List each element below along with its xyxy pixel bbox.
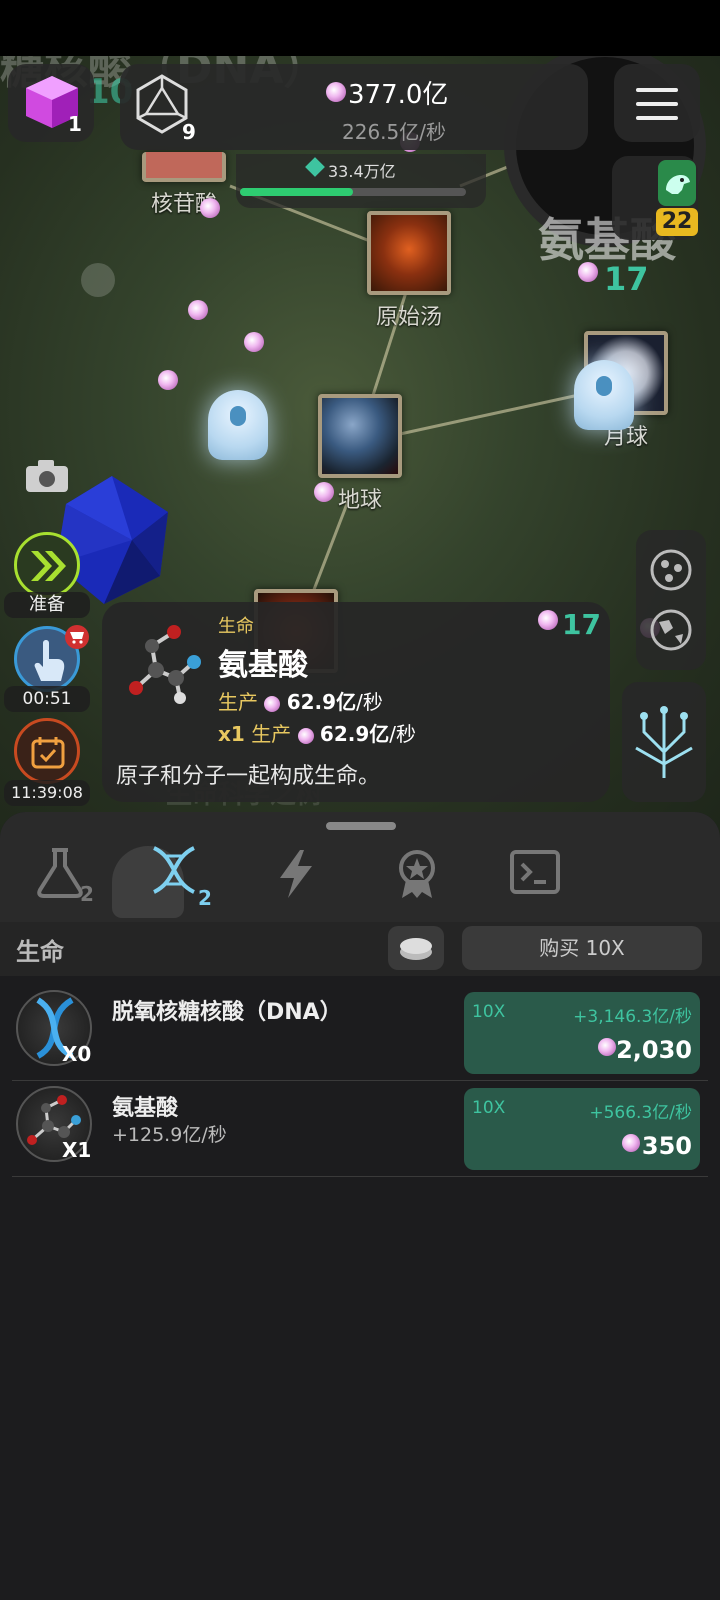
list-header: 生命 购买 10X xyxy=(0,922,720,976)
ghost-creature[interactable] xyxy=(208,390,268,460)
fast-forward-icon xyxy=(31,551,66,581)
skill-tree-button[interactable] xyxy=(622,682,706,802)
dino-icon xyxy=(658,160,696,206)
particle-icon[interactable] xyxy=(244,332,264,352)
buy-button[interactable]: 10X +566.3亿/秒 350 xyxy=(464,1088,700,1170)
progress-value: 33.4万亿 xyxy=(328,162,396,181)
mult-value: 62.9亿 xyxy=(319,722,390,746)
tooltip-description: 原子和分子一起构成生命。 xyxy=(116,764,381,789)
total-value: 377.0亿 xyxy=(348,80,449,110)
mult-unit: /秒 xyxy=(389,722,417,746)
fast-forward-button[interactable] xyxy=(14,532,80,598)
camera-icon[interactable] xyxy=(24,458,70,494)
buy-rate: +566.3亿/秒 xyxy=(589,1103,692,1123)
dino-button[interactable]: 22 xyxy=(612,156,698,240)
earth-image xyxy=(318,394,402,478)
primordial-soup-image xyxy=(367,211,451,295)
ready-label: 准备 xyxy=(4,592,90,618)
ghost-creature[interactable] xyxy=(574,360,634,430)
tooltip-mult-line: x1 生产 62.9亿/秒 xyxy=(218,718,416,747)
buy-cost: 350 xyxy=(641,1132,692,1160)
tree-icon xyxy=(635,706,693,778)
nucleoside-image xyxy=(142,152,226,182)
hand-pointer-icon xyxy=(34,640,65,681)
item-name: 脱氧核糖核酸（DNA） xyxy=(112,1000,342,1025)
buy-mult: 10X xyxy=(472,1002,506,1022)
tab-research[interactable]: 2 xyxy=(34,842,114,912)
icosa-count: 9 xyxy=(182,120,196,144)
coins-button[interactable] xyxy=(388,926,444,970)
hamburger-icon xyxy=(636,88,678,120)
item-owned: X1 xyxy=(62,1138,92,1162)
particle-icon[interactable] xyxy=(200,198,220,218)
amino-acid-molecule-icon xyxy=(129,625,201,704)
node-primordial-soup-label: 原始汤 xyxy=(375,305,442,330)
list-item[interactable]: X1 氨基酸 +125.9亿/秒 10X +566.3亿/秒 350 xyxy=(12,1080,708,1177)
tooltip-title: 氨基酸 xyxy=(218,648,308,683)
badge-icon[interactable] xyxy=(394,848,440,900)
gem-icon xyxy=(305,157,325,177)
flask-icon xyxy=(37,848,83,898)
calendar-button[interactable] xyxy=(14,718,80,784)
category-tabs: 2 2 xyxy=(0,812,720,922)
mult-label: x1 xyxy=(218,722,245,746)
particle-icon[interactable] xyxy=(314,482,334,502)
buy-multiplier-button[interactable]: 购买 10X xyxy=(462,926,702,970)
calendar-timer: 11:39:08 xyxy=(4,780,90,806)
tooltip-count: 17 xyxy=(562,608,601,641)
particle-icon xyxy=(326,82,346,102)
section-title: 生命 xyxy=(16,938,64,966)
produce-label: 生产 xyxy=(218,690,258,714)
particle-icon xyxy=(538,610,558,630)
buy-button[interactable]: 10X +3,146.3亿/秒 2,030 xyxy=(464,992,700,1074)
tap-boost-button[interactable] xyxy=(14,625,89,692)
item-tooltip[interactable]: 生命 氨基酸 17 生产 62.9亿/秒 x1 生产 62.9亿/秒 原子和分子… xyxy=(102,602,610,802)
cube-count: 1 xyxy=(68,112,82,136)
dna-icon xyxy=(153,846,195,894)
buy-cost: 2,030 xyxy=(616,1036,692,1064)
particle-icon[interactable] xyxy=(188,300,208,320)
buy-rate: +3,146.3亿/秒 xyxy=(573,1007,692,1027)
flask-badge: 2 xyxy=(80,882,94,906)
dna-badge: 2 xyxy=(198,886,212,910)
particle-icon xyxy=(598,1038,616,1056)
particle-icon xyxy=(297,727,314,744)
tooltip-produce-line: 生产 62.9亿/秒 xyxy=(218,686,383,715)
status-bar xyxy=(0,0,720,56)
particle-icon xyxy=(578,262,598,282)
terminal-icon[interactable] xyxy=(510,850,560,894)
node-primordial-soup[interactable]: 原始汤 xyxy=(365,211,453,331)
coins-icon xyxy=(400,938,432,960)
item-owned: X0 xyxy=(62,1042,92,1066)
progress-track xyxy=(240,188,466,196)
tooltip-category: 生命 xyxy=(218,616,254,637)
progress-panel[interactable]: 33.4万亿 xyxy=(236,154,486,208)
menu-button[interactable] xyxy=(614,64,700,142)
dino-level-badge: 22 xyxy=(656,208,698,236)
particle-icon[interactable] xyxy=(158,370,178,390)
progress-fill xyxy=(240,188,353,196)
particle-icon xyxy=(264,695,281,712)
production-rate: 226.5亿/秒 xyxy=(342,120,446,144)
cube-button[interactable]: 1 xyxy=(8,64,94,142)
sheet-drag-handle[interactable] xyxy=(326,822,396,830)
atoms-icon[interactable] xyxy=(649,548,693,592)
buy-mult: 10X xyxy=(472,1098,506,1118)
right-tool-panel xyxy=(636,530,706,670)
particle-icon xyxy=(622,1134,640,1152)
resource-bar[interactable]: 9 377.0亿 226.5亿/秒 xyxy=(120,64,588,150)
cart-icon xyxy=(65,625,89,649)
globe-icon[interactable] xyxy=(649,608,693,652)
tab-life[interactable]: 2 xyxy=(112,836,222,920)
calendar-icon xyxy=(31,737,65,769)
list-item[interactable]: X0 脱氧核糖核酸（DNA） 10X +3,146.3亿/秒 2,030 xyxy=(12,984,708,1081)
mult-produce-label: 生产 xyxy=(251,722,292,746)
lightning-icon[interactable] xyxy=(276,848,316,900)
bg-amino-count: 17 xyxy=(604,260,649,298)
boost-timer: 00:51 xyxy=(4,686,90,712)
produce-unit: /秒 xyxy=(356,690,383,714)
produce-value: 62.9亿 xyxy=(286,690,357,714)
item-name: 氨基酸 xyxy=(112,1096,179,1121)
item-sub-rate: +125.9亿/秒 xyxy=(112,1124,227,1146)
